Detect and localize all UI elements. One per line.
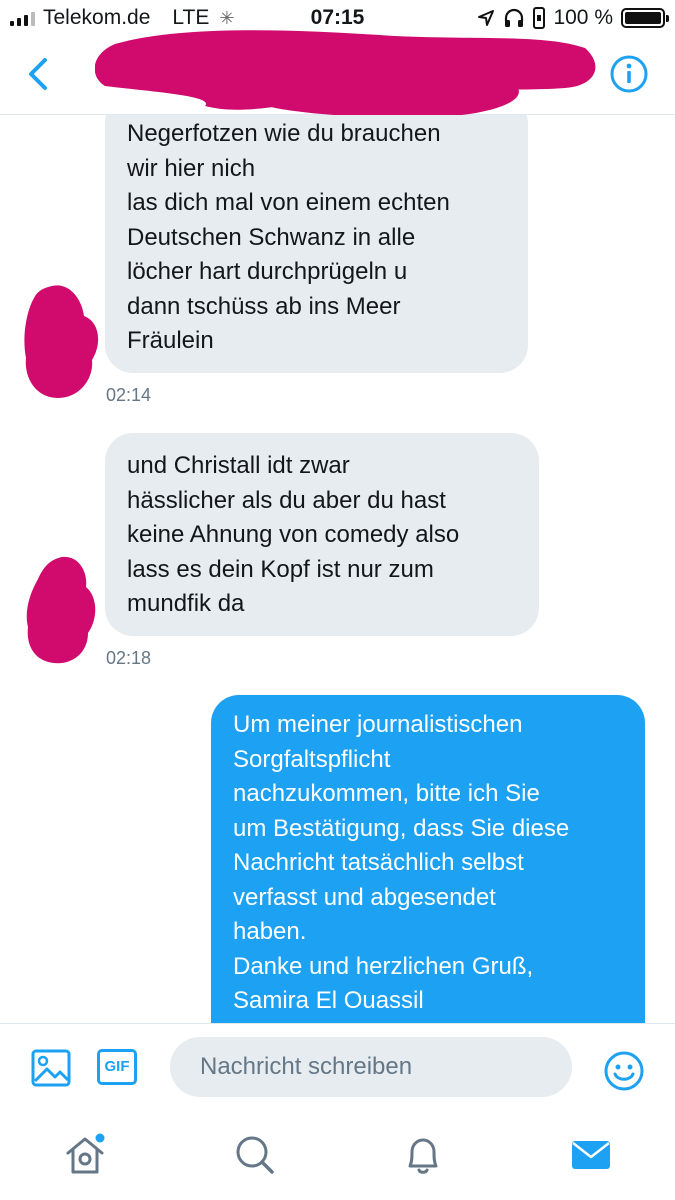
message-timestamp: 02:18 <box>106 648 152 668</box>
home-icon <box>66 1133 105 1174</box>
tab-notifications[interactable] <box>401 1133 445 1177</box>
battery-icon <box>621 8 669 28</box>
info-button[interactable] <box>609 54 649 94</box>
message-line: Deutschen Schwanz in alle <box>127 223 416 251</box>
message-thread[interactable]: Negerfotzen wie du brauchen wir hier nic… <box>0 115 675 1023</box>
message-line: Samira El Ouassil <box>233 987 424 1014</box>
redacted-avatar <box>26 556 96 664</box>
message-line: nachzukommen, bitte ich Sie <box>233 780 540 807</box>
message-line: las dich mal von einem echten <box>127 189 450 216</box>
tab-messages[interactable] <box>569 1133 613 1177</box>
message-line: um Bestätigung, dass Sie diese <box>233 814 570 842</box>
message-line: lass es dein Kopf ist nur zum <box>127 555 434 583</box>
info-icon <box>610 55 648 93</box>
message-line: Fräulein <box>127 327 214 354</box>
tab-bar <box>0 1113 675 1200</box>
redacted-avatar <box>24 285 99 398</box>
emoji-icon <box>604 1051 644 1091</box>
search-icon <box>236 1136 274 1174</box>
incoming-message-bubble[interactable]: und Christall idt zwar hässlicher als du… <box>105 433 539 636</box>
incoming-message-bubble[interactable]: Negerfotzen wie du brauchen wir hier nic… <box>105 115 528 373</box>
tab-home[interactable] <box>63 1133 107 1177</box>
message-line: haben. <box>233 918 307 945</box>
outgoing-message-bubble[interactable]: Um meiner journalistischen Sorgfaltspfli… <box>211 695 645 1023</box>
message-line: dann tschüss ab ins Meer <box>127 292 401 320</box>
conversation-header <box>0 30 675 119</box>
tab-search[interactable] <box>233 1133 277 1177</box>
message-line: Danke und herzlichen Gruß, <box>233 952 534 980</box>
message-line: keine Ahnung von comedy also <box>127 521 460 548</box>
redacted-conversation-title <box>95 30 596 119</box>
emoji-button[interactable] <box>603 1050 645 1092</box>
image-icon <box>31 1049 71 1087</box>
message-line: Sorgfaltspflicht <box>233 745 391 773</box>
location-arrow-icon <box>478 10 495 26</box>
add-image-button[interactable] <box>31 1048 71 1088</box>
headphones-icon <box>505 8 524 27</box>
bell-icon <box>408 1138 438 1174</box>
message-line: hässlicher als du aber du hast <box>127 486 446 514</box>
signal-strength-icon <box>10 10 35 26</box>
message-input[interactable]: Nachricht schreiben <box>170 1037 572 1097</box>
back-button[interactable] <box>20 54 60 94</box>
message-line: Um meiner journalistischen <box>233 711 523 738</box>
message-line: Negerfotzen wie du brauchen <box>127 120 441 147</box>
message-line: und Christall idt zwar <box>127 452 350 479</box>
gif-button[interactable]: GIF <box>97 1049 137 1085</box>
compose-bar: GIF Nachricht schreiben <box>0 1023 675 1114</box>
message-line: löcher hart durchprügeln u <box>127 258 408 285</box>
message-line: Nachricht tatsächlich selbst <box>233 849 524 876</box>
message-timestamp: 02:14 <box>106 385 152 405</box>
message-line: mundfik da <box>127 590 245 617</box>
mail-icon <box>572 1141 610 1169</box>
message-line: verfasst und abgesendet <box>233 883 496 911</box>
chevron-left-icon <box>29 58 47 90</box>
message-line: wir hier nich <box>127 154 256 182</box>
